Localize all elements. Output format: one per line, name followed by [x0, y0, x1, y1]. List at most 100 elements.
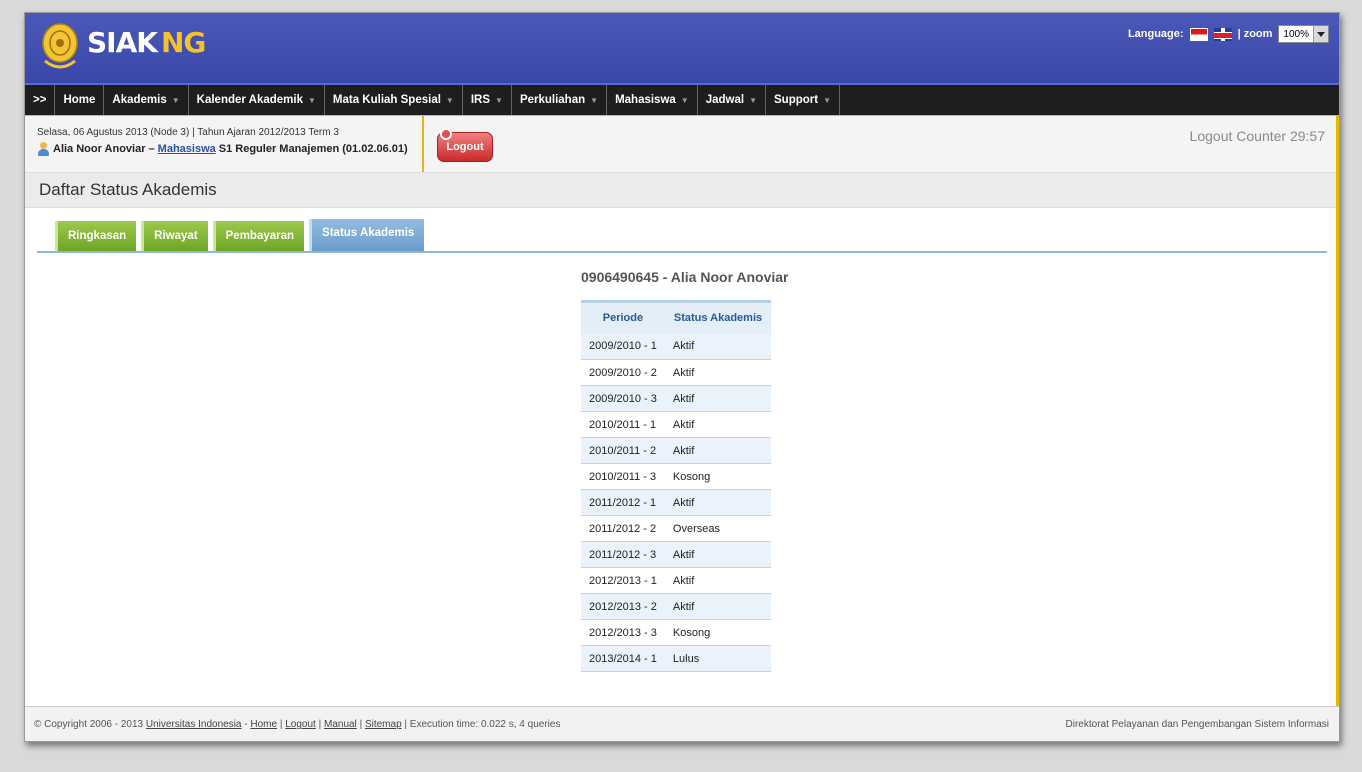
- table-row: 2010/2011 - 3 Kosong: [581, 463, 772, 490]
- periode-cell: 2012/2013 - 2: [581, 593, 665, 620]
- tab-label: Riwayat: [154, 230, 198, 242]
- copyright-text: © Copyright 2006 - 2013: [34, 719, 144, 730]
- periode-cell: 2009/2010 - 2: [581, 359, 665, 386]
- table-row: 2009/2010 - 3 Aktif: [581, 385, 772, 412]
- table-header-row: Periode Status Akademis: [581, 300, 772, 334]
- footer-link-logout[interactable]: Logout: [285, 719, 316, 730]
- column-header-periode: Periode: [581, 300, 665, 334]
- user-icon: [37, 142, 50, 156]
- footer: © Copyright 2006 - 2013 Universitas Indo…: [25, 706, 1339, 741]
- program-name: S1 Reguler Manajemen (01.02.06.01): [218, 143, 408, 155]
- tab-bar: Ringkasan Riwayat Pembayaran Status Akad…: [37, 219, 1327, 253]
- footer-link-sitemap[interactable]: Sitemap: [365, 719, 402, 730]
- logout-button[interactable]: Logout: [437, 128, 493, 162]
- zoom-label: | zoom: [1237, 28, 1273, 40]
- periode-cell: 2011/2012 - 1: [581, 489, 665, 516]
- tab-riwayat[interactable]: Riwayat: [141, 221, 208, 251]
- nav-akademis[interactable]: Akademis ▼: [104, 85, 189, 115]
- dropdown-arrow-icon: ▼: [171, 95, 180, 105]
- periode-cell: 2013/2014 - 1: [581, 645, 665, 672]
- nav-mata-kuliah-spesial[interactable]: Mata Kuliah Spesial ▼: [325, 85, 463, 115]
- nav-expand[interactable]: >>: [25, 85, 56, 115]
- tab-status-akademis[interactable]: Status Akademis: [309, 219, 425, 251]
- status-cell: Aktif: [664, 541, 772, 568]
- execution-time: | Execution time: 0.022 s, 4 queries: [404, 719, 561, 730]
- logout-counter: Logout Counter 29:57: [1189, 128, 1325, 144]
- university-logo-icon: [42, 23, 78, 69]
- header: SIAK NG Language: | zoom 100%: [25, 13, 1339, 83]
- nav-kalender-akademik[interactable]: Kalender Akademik ▼: [189, 85, 325, 115]
- tab-label: Status Akademis: [322, 227, 415, 239]
- status-cell: Aktif: [664, 333, 772, 360]
- nav-label: Kalender Akademik: [196, 94, 303, 106]
- table-row: 2011/2012 - 1 Aktif: [581, 489, 772, 516]
- app-window: SIAK NG Language: | zoom 100% >> Home Aka…: [24, 12, 1340, 742]
- logout-label: Logout: [446, 141, 484, 153]
- table-row: 2013/2014 - 1 Lulus: [581, 645, 772, 672]
- status-cell: Overseas: [664, 515, 772, 542]
- nav-home[interactable]: Home: [55, 85, 105, 115]
- nav-perkuliahan[interactable]: Perkuliahan ▼: [512, 85, 608, 115]
- periode-cell: 2010/2011 - 3: [581, 463, 665, 490]
- periode-cell: 2010/2011 - 1: [581, 411, 665, 438]
- zoom-select[interactable]: 100%: [1278, 25, 1329, 43]
- status-cell: Aktif: [664, 411, 772, 438]
- nav-label: Perkuliahan: [519, 94, 586, 106]
- nav-jadwal[interactable]: Jadwal ▼: [698, 85, 766, 115]
- status-cell: Aktif: [664, 567, 772, 594]
- tab-pembayaran[interactable]: Pembayaran: [212, 221, 305, 251]
- table-row: 2009/2010 - 1 Aktif: [581, 333, 772, 360]
- dropdown-arrow-icon: ▼: [445, 95, 454, 105]
- student-heading: 0906490645 - Alia Noor Anoviar: [581, 269, 789, 285]
- role-link[interactable]: Mahasiswa: [158, 143, 216, 155]
- indonesian-flag-icon[interactable]: [1189, 27, 1208, 41]
- status-cell: Aktif: [664, 359, 772, 386]
- session-datetime: Selasa, 06 Agustus 2013 (Node 3) | Tahun…: [37, 127, 339, 138]
- table-row: 2011/2012 - 3 Aktif: [581, 541, 772, 568]
- tab-label: Pembayaran: [225, 230, 295, 242]
- periode-cell: 2011/2012 - 2: [581, 515, 665, 542]
- dropdown-arrow-icon: ▼: [749, 95, 757, 105]
- dropdown-arrow-icon: ▼: [680, 95, 689, 105]
- english-flag-icon[interactable]: [1213, 27, 1232, 41]
- nav-label: Akademis: [112, 94, 167, 106]
- footer-link-manual[interactable]: Manual: [324, 719, 357, 730]
- brand-siak: SIAK: [87, 26, 158, 59]
- page-title: Daftar Status Akademis: [39, 180, 217, 199]
- tab-ringkasan[interactable]: Ringkasan: [55, 221, 137, 251]
- periode-cell: 2010/2011 - 2: [581, 437, 665, 464]
- column-header-status: Status Akademis: [664, 300, 772, 334]
- chevron-down-icon[interactable]: [1313, 26, 1328, 42]
- footer-link-ui[interactable]: Universitas Indonesia: [146, 719, 242, 730]
- dropdown-arrow-icon: ▼: [307, 95, 316, 105]
- table-row: 2011/2012 - 2 Overseas: [581, 515, 772, 542]
- table-row: 2009/2010 - 2 Aktif: [581, 359, 772, 386]
- dropdown-arrow-icon: ▼: [823, 95, 831, 105]
- user-name: Alia Noor Anoviar –: [53, 143, 155, 155]
- table-row: 2010/2011 - 1 Aktif: [581, 411, 772, 438]
- nav-label: IRS: [470, 94, 491, 106]
- nav-label: Home: [63, 94, 96, 106]
- table-row: 2012/2013 - 1 Aktif: [581, 567, 772, 594]
- nav-label: Jadwal: [705, 94, 745, 106]
- user-line: Alia Noor Anoviar – Mahasiswa S1 Reguler…: [37, 142, 422, 156]
- nav-irs[interactable]: IRS ▼: [463, 85, 512, 115]
- main-nav: >> Home Akademis ▼ Kalender Akademik ▼ Mat…: [25, 83, 1339, 115]
- nav-label: Mata Kuliah Spesial: [332, 94, 441, 106]
- table-row: 2010/2011 - 2 Aktif: [581, 437, 772, 464]
- status-cell: Aktif: [664, 593, 772, 620]
- footer-right: Direktorat Pelayanan dan Pengembangan Si…: [1065, 719, 1329, 730]
- nav-mahasiswa[interactable]: Mahasiswa ▼: [607, 85, 698, 115]
- brand-logo-text[interactable]: SIAK NG: [87, 26, 206, 59]
- periode-cell: 2012/2013 - 1: [581, 567, 665, 594]
- user-info-bar: Selasa, 06 Agustus 2013 (Node 3) | Tahun…: [25, 115, 1339, 173]
- status-table: Periode Status Akademis 2009/2010 - 1 Akt…: [581, 300, 772, 672]
- status-cell: Aktif: [664, 437, 772, 464]
- status-cell: Aktif: [664, 489, 772, 516]
- user-info: Selasa, 06 Agustus 2013 (Node 3) | Tahun…: [25, 116, 424, 172]
- language-zoom-bar: Language: | zoom 100%: [1128, 25, 1329, 43]
- table-row: 2012/2013 - 3 Kosong: [581, 619, 772, 646]
- brand-ng: NG: [160, 26, 206, 59]
- nav-support[interactable]: Support ▼: [766, 85, 840, 115]
- footer-link-home[interactable]: Home: [250, 719, 277, 730]
